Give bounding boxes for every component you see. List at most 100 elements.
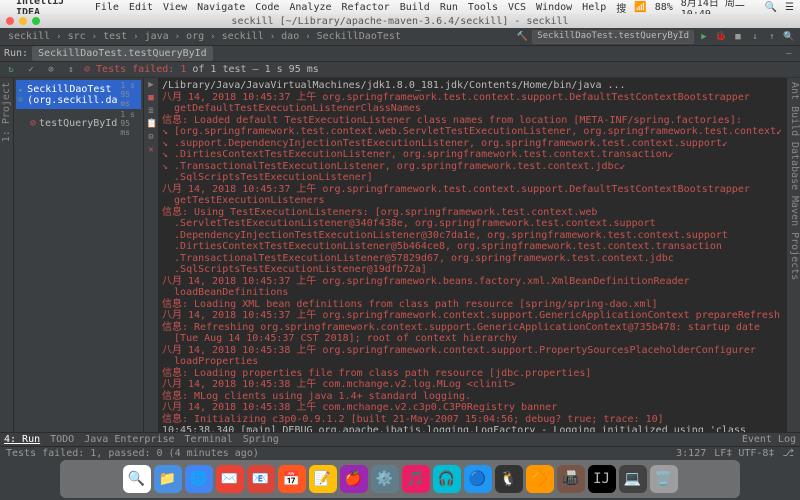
minimize-panel-icon[interactable]: —	[782, 47, 796, 61]
maven-button[interactable]: Maven Projects	[787, 196, 800, 280]
run-tab[interactable]: SeckillDaoTest.testQueryById	[32, 46, 213, 61]
tab-spring[interactable]: Spring	[243, 434, 279, 445]
settings-icon[interactable]: ⚙	[146, 132, 156, 142]
dock-app-15[interactable]: IJ	[588, 465, 616, 493]
status-bar: Tests failed: 1, passed: 0 (4 minutes ag…	[0, 446, 800, 460]
event-log-button[interactable]: Event Log	[742, 434, 796, 445]
layout-icon[interactable]: ≣	[146, 106, 156, 116]
crumb-seckill[interactable]: seckill	[218, 30, 268, 43]
tab-terminal[interactable]: Terminal	[185, 434, 233, 445]
left-gutter: 1: Project	[0, 78, 14, 432]
dock-app-4[interactable]: 📧	[247, 465, 275, 493]
dock-app-16[interactable]: 💻	[619, 465, 647, 493]
dock-app-12[interactable]: 🐧	[495, 465, 523, 493]
dock-app-17[interactable]: 🗑️	[650, 465, 678, 493]
tests-total-text: of 1 test – 1 s 95 ms	[192, 64, 318, 75]
zoom-window[interactable]	[32, 17, 40, 25]
menu-file[interactable]: File	[95, 2, 119, 13]
dock-app-13[interactable]: 🔶	[526, 465, 554, 493]
toggle-ignored-icon[interactable]: ⊘	[44, 63, 58, 77]
console-line: .SqlScriptsTestExecutionListener@19dfb72…	[162, 264, 782, 276]
crumb-project[interactable]: seckill	[4, 30, 54, 43]
rerun-button[interactable]: ↻	[4, 63, 18, 77]
menu-view[interactable]: View	[163, 2, 187, 13]
menu-run[interactable]: Run	[440, 2, 458, 13]
menu-analyze[interactable]: Analyze	[289, 2, 331, 13]
stop-icon[interactable]: ■	[146, 93, 156, 103]
console-line: 八月 14, 2018 10:45:37 上午 org.springframew…	[162, 310, 782, 322]
battery[interactable]: 88%	[655, 2, 673, 13]
search-icon[interactable]: 🔍	[782, 30, 796, 44]
tests-failed-text: Tests failed: 1	[96, 64, 186, 75]
crumb-src[interactable]: src	[64, 30, 90, 43]
console-line: 八月 14, 2018 10:45:37 上午 org.springframew…	[162, 92, 782, 104]
menu-tools[interactable]: Tools	[468, 2, 498, 13]
window-titlebar: seckill [~/Library/apache-maven-3.6.4/se…	[0, 14, 800, 28]
crumb-class[interactable]: SeckillDaoTest	[313, 30, 405, 43]
run-button[interactable]: ▶	[697, 30, 711, 44]
menu-navigate[interactable]: Navigate	[197, 2, 245, 13]
rerun-icon[interactable]: ▶	[146, 80, 156, 90]
menu-window[interactable]: Window	[536, 2, 572, 13]
console-line: 信息: MLog clients using java 1.4+ standar…	[162, 391, 782, 403]
debug-button[interactable]: 🐞	[714, 30, 728, 44]
close-window[interactable]	[6, 17, 14, 25]
wifi-icon[interactable]: 📶	[634, 2, 646, 13]
menu-build[interactable]: Build	[400, 2, 430, 13]
console-line: ↘ .DirtiesContextTestExecutionListener, …	[162, 149, 782, 161]
tree-root-label: SeckillDaoTest (org.seckill.da	[27, 84, 117, 106]
dock-app-14[interactable]: 📠	[557, 465, 585, 493]
close-icon[interactable]: ✕	[146, 145, 156, 155]
notification-icon[interactable]: ☰	[785, 2, 794, 13]
console-output[interactable]: /Library/Java/JavaVirtualMachines/jdk1.8…	[158, 78, 786, 432]
git-branch[interactable]: ⎇	[782, 448, 794, 459]
dock-app-1[interactable]: 📁	[154, 465, 182, 493]
ime-icon[interactable]: 搜	[616, 0, 626, 15]
dock-app-11[interactable]: 🔵	[464, 465, 492, 493]
project-tool-button[interactable]: 1: Project	[1, 82, 12, 142]
console-line: loadBeanDefinitions	[162, 287, 782, 299]
menu-edit[interactable]: Edit	[129, 2, 153, 13]
menu-help[interactable]: Help	[582, 2, 606, 13]
menu-code[interactable]: Code	[255, 2, 279, 13]
expand-all-icon[interactable]: ↕	[64, 63, 78, 77]
vcs-commit-icon[interactable]: ↑	[765, 30, 779, 44]
ant-build-button[interactable]: Ant Build	[787, 82, 800, 136]
spotlight-icon[interactable]: 🔍	[765, 2, 777, 13]
tab-run[interactable]: 4: Run	[4, 434, 40, 445]
dock-app-8[interactable]: ⚙️	[371, 465, 399, 493]
crumb-test[interactable]: test	[99, 30, 131, 43]
tree-child[interactable]: ⊘ testQueryById 1 s 95 ms	[16, 109, 141, 138]
test-tree[interactable]: ▾ ⊘ SeckillDaoTest (org.seckill.da 1 s 9…	[14, 78, 144, 432]
menu-refactor[interactable]: Refactor	[342, 2, 390, 13]
stop-button[interactable]: ■	[731, 30, 745, 44]
dock-app-6[interactable]: 📝	[309, 465, 337, 493]
toggle-passed-icon[interactable]: ✓	[24, 63, 38, 77]
dock-app-9[interactable]: 🎵	[402, 465, 430, 493]
console-line: ↘ [org.springframework.test.context.web.…	[162, 126, 782, 138]
dock-app-3[interactable]: ✉️	[216, 465, 244, 493]
build-icon[interactable]: 🔨	[515, 30, 529, 44]
tree-root[interactable]: ▾ ⊘ SeckillDaoTest (org.seckill.da 1 s 9…	[16, 80, 141, 109]
minimize-window[interactable]	[19, 17, 27, 25]
database-button[interactable]: Database	[787, 142, 800, 190]
dock-app-2[interactable]: 🌐	[185, 465, 213, 493]
dock-app-7[interactable]: 🍎	[340, 465, 368, 493]
console-line: 八月 14, 2018 10:45:37 上午 org.springframew…	[162, 184, 782, 196]
tab-javaee[interactable]: Java Enterprise	[84, 434, 174, 445]
crumb-java[interactable]: java	[141, 30, 173, 43]
dock-app-0[interactable]: 🔍	[123, 465, 151, 493]
run-config-select[interactable]: SeckillDaoTest.testQueryById	[532, 30, 694, 44]
dock-app-10[interactable]: 🎧	[433, 465, 461, 493]
caret-position[interactable]: 3:127	[676, 448, 706, 459]
console-line: 信息: Loading XML bean definitions from cl…	[162, 299, 782, 311]
crumb-org[interactable]: org	[182, 30, 208, 43]
vcs-update-icon[interactable]: ↓	[748, 30, 762, 44]
export-icon[interactable]: 📋	[146, 119, 156, 129]
menu-vcs[interactable]: VCS	[508, 2, 526, 13]
crumb-dao[interactable]: dao	[277, 30, 303, 43]
tab-todo[interactable]: TODO	[50, 434, 74, 445]
dock-app-5[interactable]: 📅	[278, 465, 306, 493]
encoding[interactable]: LF‡ UTF-8‡	[714, 448, 774, 459]
console-line: loadProperties	[162, 356, 782, 368]
